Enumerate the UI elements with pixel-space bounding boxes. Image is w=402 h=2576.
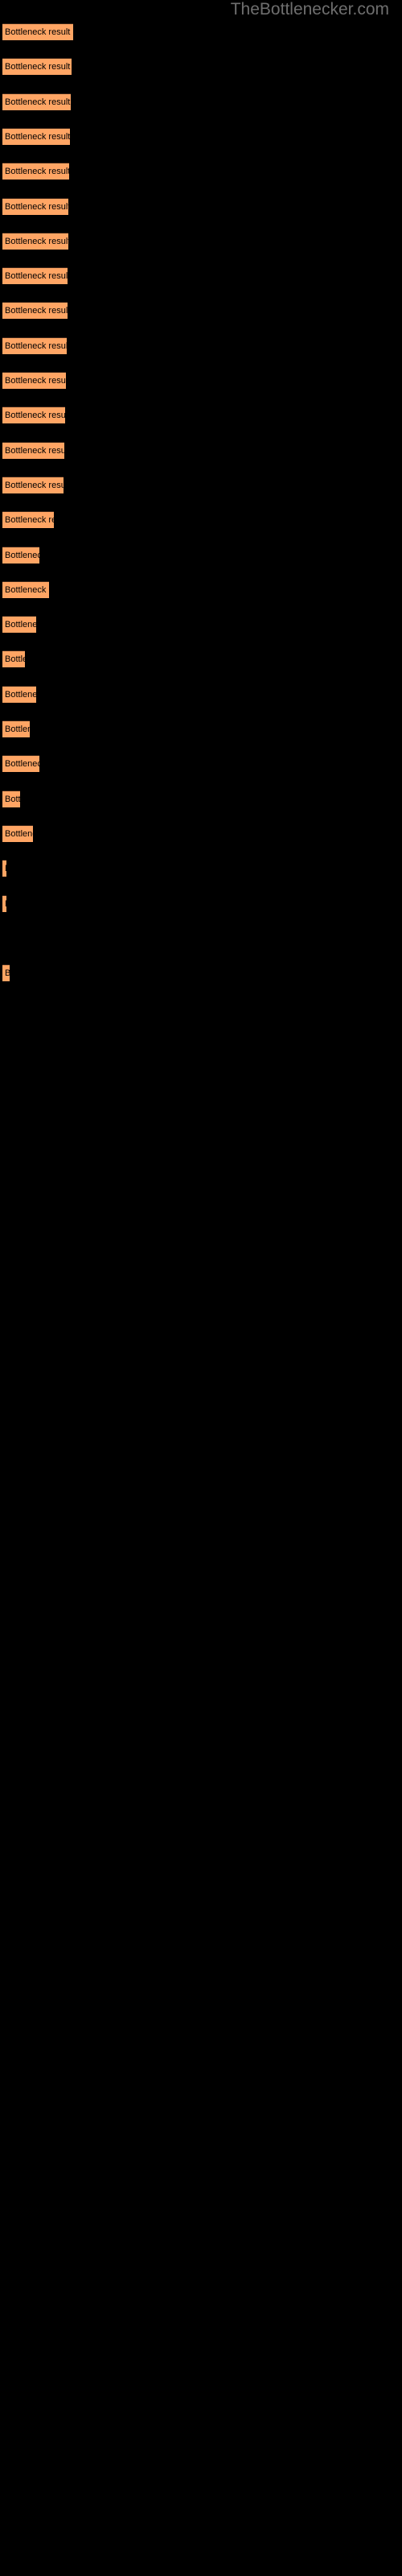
bar-row: Bottleneck result — [0, 93, 402, 110]
bar-2[interactable]: Bottleneck result — [2, 58, 72, 75]
bar-row: Bottleneck result — [0, 825, 402, 842]
bar-16[interactable]: Bottleneck result — [2, 547, 39, 564]
bar-label-14: Bottleneck result — [5, 481, 64, 490]
bar-label-21: Bottleneck result — [5, 724, 30, 734]
bar-label-19: Bottleneck result — [5, 654, 25, 664]
bar-row: Bottleneck result — [0, 650, 402, 667]
bar-row: Bottleneck result — [0, 477, 402, 493]
bar-row: Bottleneck result — [0, 163, 402, 180]
bar-label-8: Bottleneck result — [5, 271, 68, 281]
bar-6[interactable]: Bottleneck result — [2, 198, 68, 215]
bar-row: Bottleneck result — [0, 23, 402, 40]
bar-row: Bottleneck result — [0, 547, 402, 564]
bar-row: Bottleneck result — [0, 302, 402, 319]
bar-row: Bottleneck result — [0, 407, 402, 423]
bottleneck-bar-chart: TheBottlenecker.com Bottleneck result Bot… — [0, 0, 402, 2576]
bar-8[interactable]: Bottleneck result — [2, 267, 68, 284]
bar-label-28: Bottleneck result — [5, 968, 10, 980]
bar-3[interactable]: Bottleneck result — [2, 93, 71, 110]
bar-label-3: Bottleneck result — [5, 97, 71, 107]
bar-label-7: Bottleneck result — [5, 237, 68, 246]
bar-label-17: Bottleneck result — [5, 585, 49, 595]
bar-10[interactable]: Bottleneck result — [2, 337, 67, 354]
bar-26[interactable]: Bottleneck result — [2, 895, 6, 912]
bar-row: Bottleneck result — [0, 895, 402, 912]
bar-row: Bottleneck result — [0, 233, 402, 250]
bar-9[interactable]: Bottleneck result — [2, 302, 68, 319]
bar-row: Bottleneck result — [0, 128, 402, 145]
bar-13[interactable]: Bottleneck result — [2, 442, 64, 459]
bar-row: Bottleneck result — [0, 442, 402, 459]
bar-25[interactable]: Bottleneck result — [2, 860, 6, 877]
bar-label-25: Bottleneck result — [5, 863, 6, 875]
bar-row: Bottleneck result — [0, 616, 402, 633]
bar-row: Bottleneck result — [0, 372, 402, 389]
bar-row: Bottleneck result — [0, 755, 402, 772]
bar-label-16: Bottleneck result — [5, 551, 39, 560]
site-watermark: TheBottlenecker.com — [230, 0, 389, 19]
bar-label-13: Bottleneck result — [5, 446, 64, 456]
bar-22[interactable]: Bottleneck result — [2, 755, 39, 772]
bar-label-10: Bottleneck result — [5, 341, 67, 351]
bar-12[interactable]: Bottleneck result — [2, 407, 65, 423]
bar-label-6: Bottleneck result — [5, 202, 68, 212]
bar-23[interactable]: Bottleneck result — [2, 791, 20, 807]
bar-label-24: Bottleneck result — [5, 829, 33, 839]
bar-row: Bottleneck result — [0, 58, 402, 75]
bar-label-22: Bottleneck result — [5, 759, 39, 769]
bar-15[interactable]: Bottleneck result — [2, 511, 54, 528]
bar-label-12: Bottleneck result — [5, 411, 65, 420]
bar-label-15: Bottleneck result — [5, 515, 54, 525]
bar-5[interactable]: Bottleneck result — [2, 163, 69, 180]
bar-label-11: Bottleneck result — [5, 376, 66, 386]
bar-18[interactable]: Bottleneck result — [2, 616, 36, 633]
bar-row: Bottleneck result — [0, 198, 402, 215]
bar-label-4: Bottleneck result — [5, 132, 70, 142]
bar-row: Bottleneck result — [0, 267, 402, 284]
bar-row: Bottleneck result — [0, 581, 402, 598]
bar-label-2: Bottleneck result — [5, 62, 71, 72]
bar-11[interactable]: Bottleneck result — [2, 372, 66, 389]
bar-19[interactable]: Bottleneck result — [2, 650, 25, 667]
bar-row: Bottleneck result — [0, 686, 402, 703]
bar-14[interactable]: Bottleneck result — [2, 477, 64, 493]
bar-4[interactable]: Bottleneck result — [2, 128, 70, 145]
bar-row: Bottleneck result — [0, 791, 402, 807]
bar-28[interactable]: Bottleneck result — [2, 964, 10, 981]
bar-1[interactable]: Bottleneck result — [2, 23, 73, 40]
bar-row: Bottleneck result — [0, 511, 402, 528]
bar-24[interactable]: Bottleneck result — [2, 825, 33, 842]
bar-17[interactable]: Bottleneck result — [2, 581, 49, 598]
bar-label-1: Bottleneck result — [5, 27, 71, 37]
bar-row: Bottleneck result — [0, 860, 402, 877]
bar-label-9: Bottleneck result — [5, 306, 68, 316]
bar-row: Bottleneck result — [0, 720, 402, 737]
bar-label-5: Bottleneck result — [5, 167, 69, 176]
bar-label-18: Bottleneck result — [5, 620, 36, 630]
bar-label-26: Bottleneck result — [5, 898, 6, 910]
bar-20[interactable]: Bottleneck result — [2, 686, 36, 703]
bar-label-20: Bottleneck result — [5, 690, 36, 700]
bar-7[interactable]: Bottleneck result — [2, 233, 68, 250]
bar-row: Bottleneck result — [0, 337, 402, 354]
bar-label-23: Bottleneck result — [5, 795, 20, 804]
bar-21[interactable]: Bottleneck result — [2, 720, 30, 737]
bar-row: Bottleneck result — [0, 964, 402, 981]
bar-row — [0, 930, 402, 947]
